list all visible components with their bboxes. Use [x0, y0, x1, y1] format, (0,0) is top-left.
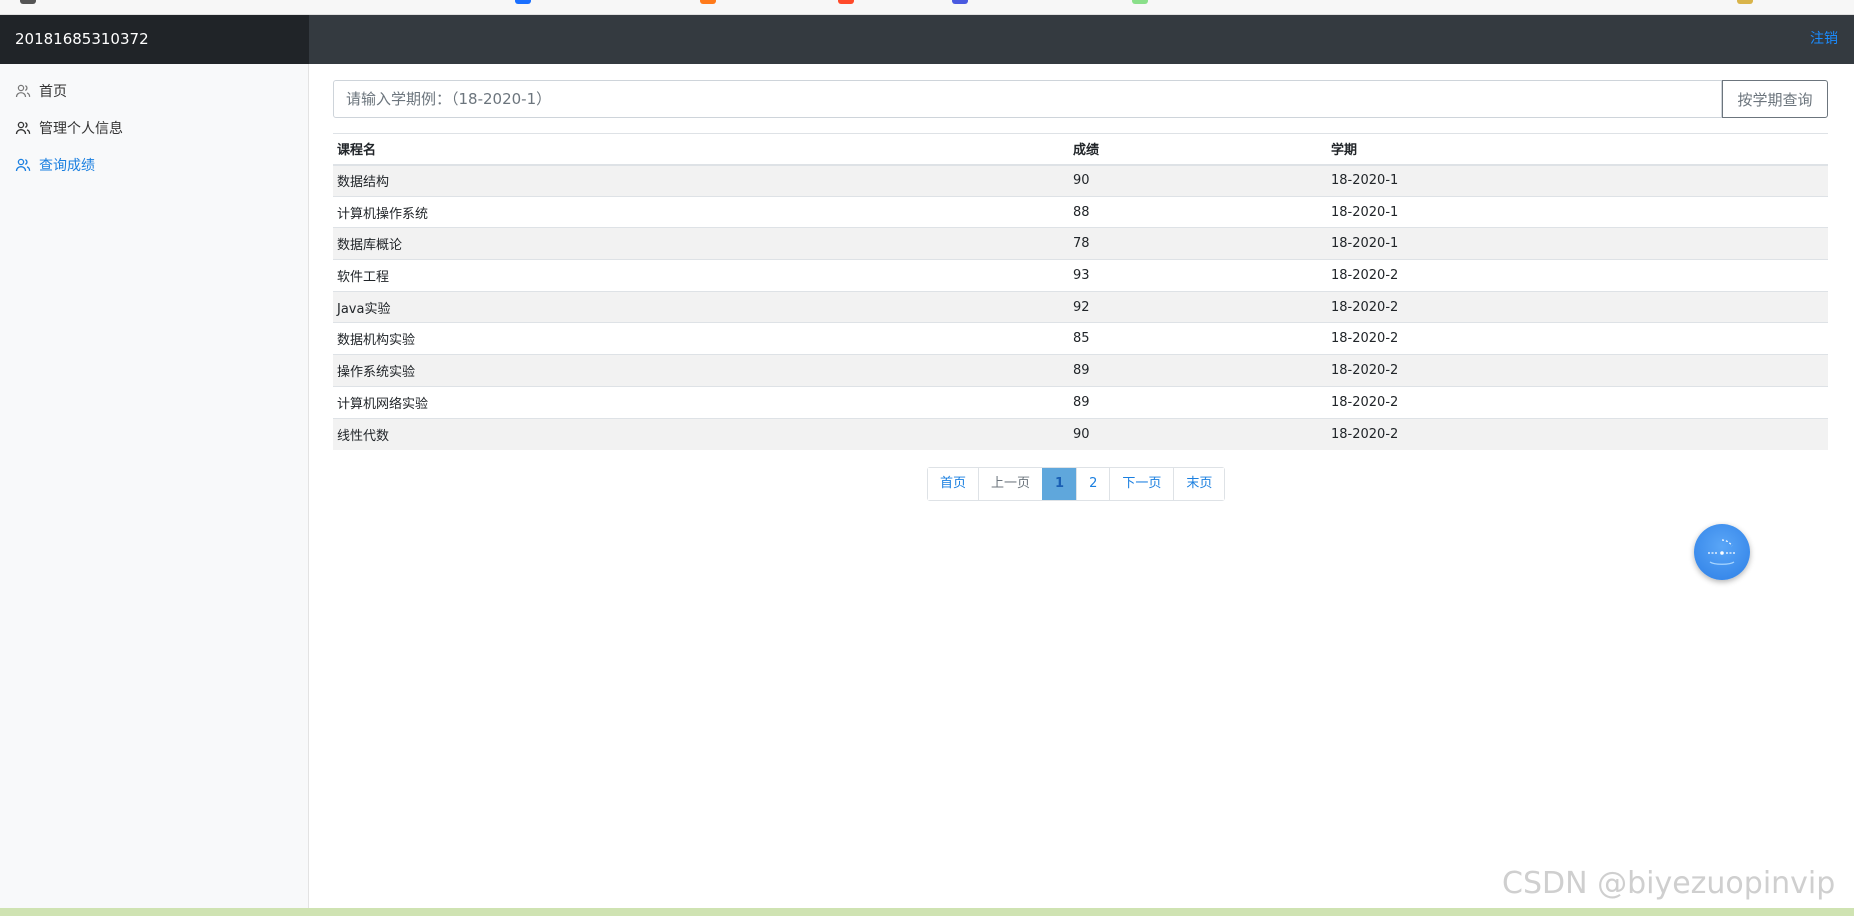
course-name-cell: 线性代数: [333, 417, 1069, 450]
score-cell: 89: [1069, 385, 1327, 418]
sidebar-item-label: 查询成绩: [39, 157, 95, 174]
table-row: 数据库概论 78 18-2020-1: [333, 227, 1828, 260]
prev-page-link[interactable]: 上一页: [978, 468, 1043, 500]
semester-cell: 18-2020-2: [1327, 385, 1828, 418]
page-link-2[interactable]: 2: [1076, 468, 1110, 500]
pagination: 首页 上一页 1 2 下一页 末页: [927, 467, 1226, 501]
course-name-cell: 软件工程: [333, 259, 1069, 292]
browser-icon: [1737, 0, 1753, 4]
browser-icon: [700, 0, 716, 4]
browser-icon: [838, 0, 854, 4]
top-navbar: 注销: [309, 15, 1854, 64]
score-cell: 90: [1069, 417, 1327, 450]
sidebar-item-label: 管理个人信息: [39, 120, 123, 137]
score-cell: 89: [1069, 354, 1327, 387]
score-cell: 88: [1069, 195, 1327, 228]
browser-icon: [1132, 0, 1148, 4]
brand-student-id: 20181685310372: [0, 15, 309, 64]
table-header-row: 课程名 成绩 学期: [333, 133, 1828, 166]
sidebar-item-query-grades[interactable]: 查询成绩: [0, 146, 308, 183]
semester-search-form: 按学期查询: [333, 80, 1828, 118]
table-row: 数据结构 90 18-2020-1: [333, 164, 1828, 197]
table-row: Java实验 92 18-2020-2: [333, 290, 1828, 323]
grades-table: 课程名 成绩 学期 数据结构 90 18-2020-1 计算机操作系统 88 1…: [333, 133, 1828, 450]
course-name-cell: 数据机构实验: [333, 322, 1069, 355]
search-by-semester-button[interactable]: 按学期查询: [1722, 80, 1828, 118]
assistant-icon: [1708, 539, 1736, 565]
users-icon: [15, 121, 31, 134]
course-name-cell: 数据结构: [333, 164, 1069, 197]
page-link-1[interactable]: 1: [1042, 468, 1077, 500]
browser-tab-strip: [0, 0, 1854, 15]
semester-cell: 18-2020-1: [1327, 227, 1828, 260]
first-page-link[interactable]: 首页: [928, 468, 979, 500]
column-header-score: 成绩: [1069, 133, 1327, 166]
semester-cell: 18-2020-1: [1327, 195, 1828, 228]
browser-icon: [952, 0, 968, 4]
score-cell: 85: [1069, 322, 1327, 355]
semester-cell: 18-2020-2: [1327, 417, 1828, 450]
sidebar: 首页 管理个人信息 查询成绩: [0, 64, 309, 908]
score-cell: 93: [1069, 259, 1327, 292]
table-row: 数据机构实验 85 18-2020-2: [333, 322, 1828, 355]
course-name-cell: Java实验: [333, 290, 1069, 323]
course-name-cell: 计算机操作系统: [333, 195, 1069, 228]
csdn-watermark: CSDN @biyezuopinvip: [1502, 866, 1836, 901]
table-row: 计算机操作系统 88 18-2020-1: [333, 195, 1828, 228]
floating-assistant-button[interactable]: [1694, 524, 1750, 580]
table-row: 操作系统实验 89 18-2020-2: [333, 354, 1828, 387]
semester-search-input[interactable]: [333, 80, 1722, 118]
sidebar-item-home[interactable]: 首页: [0, 72, 308, 109]
last-page-link[interactable]: 末页: [1173, 468, 1225, 500]
score-cell: 92: [1069, 290, 1327, 323]
column-header-semester: 学期: [1327, 133, 1828, 166]
logout-link[interactable]: 注销: [1810, 15, 1838, 64]
sidebar-item-manage-profile[interactable]: 管理个人信息: [0, 109, 308, 146]
table-row: 软件工程 93 18-2020-2: [333, 259, 1828, 292]
semester-cell: 18-2020-2: [1327, 322, 1828, 355]
course-name-cell: 数据库概论: [333, 227, 1069, 260]
column-header-course: 课程名: [333, 133, 1069, 166]
next-page-link[interactable]: 下一页: [1109, 468, 1174, 500]
semester-cell: 18-2020-2: [1327, 290, 1828, 323]
table-row: 计算机网络实验 89 18-2020-2: [333, 385, 1828, 418]
table-row: 线性代数 90 18-2020-2: [333, 417, 1828, 450]
semester-cell: 18-2020-1: [1327, 164, 1828, 197]
score-cell: 78: [1069, 227, 1327, 260]
main-content: 按学期查询 课程名 成绩 学期 数据结构 90 18-2020-1 计算机操作系…: [309, 64, 1854, 908]
semester-cell: 18-2020-2: [1327, 354, 1828, 387]
semester-cell: 18-2020-2: [1327, 259, 1828, 292]
course-name-cell: 计算机网络实验: [333, 385, 1069, 418]
browser-icon: [515, 0, 531, 4]
users-icon: [15, 84, 31, 97]
browser-icon: [20, 0, 36, 4]
course-name-cell: 操作系统实验: [333, 354, 1069, 387]
sidebar-item-label: 首页: [39, 83, 67, 100]
score-cell: 90: [1069, 164, 1327, 197]
users-icon: [15, 158, 31, 171]
taskbar-strip: [0, 908, 1854, 916]
